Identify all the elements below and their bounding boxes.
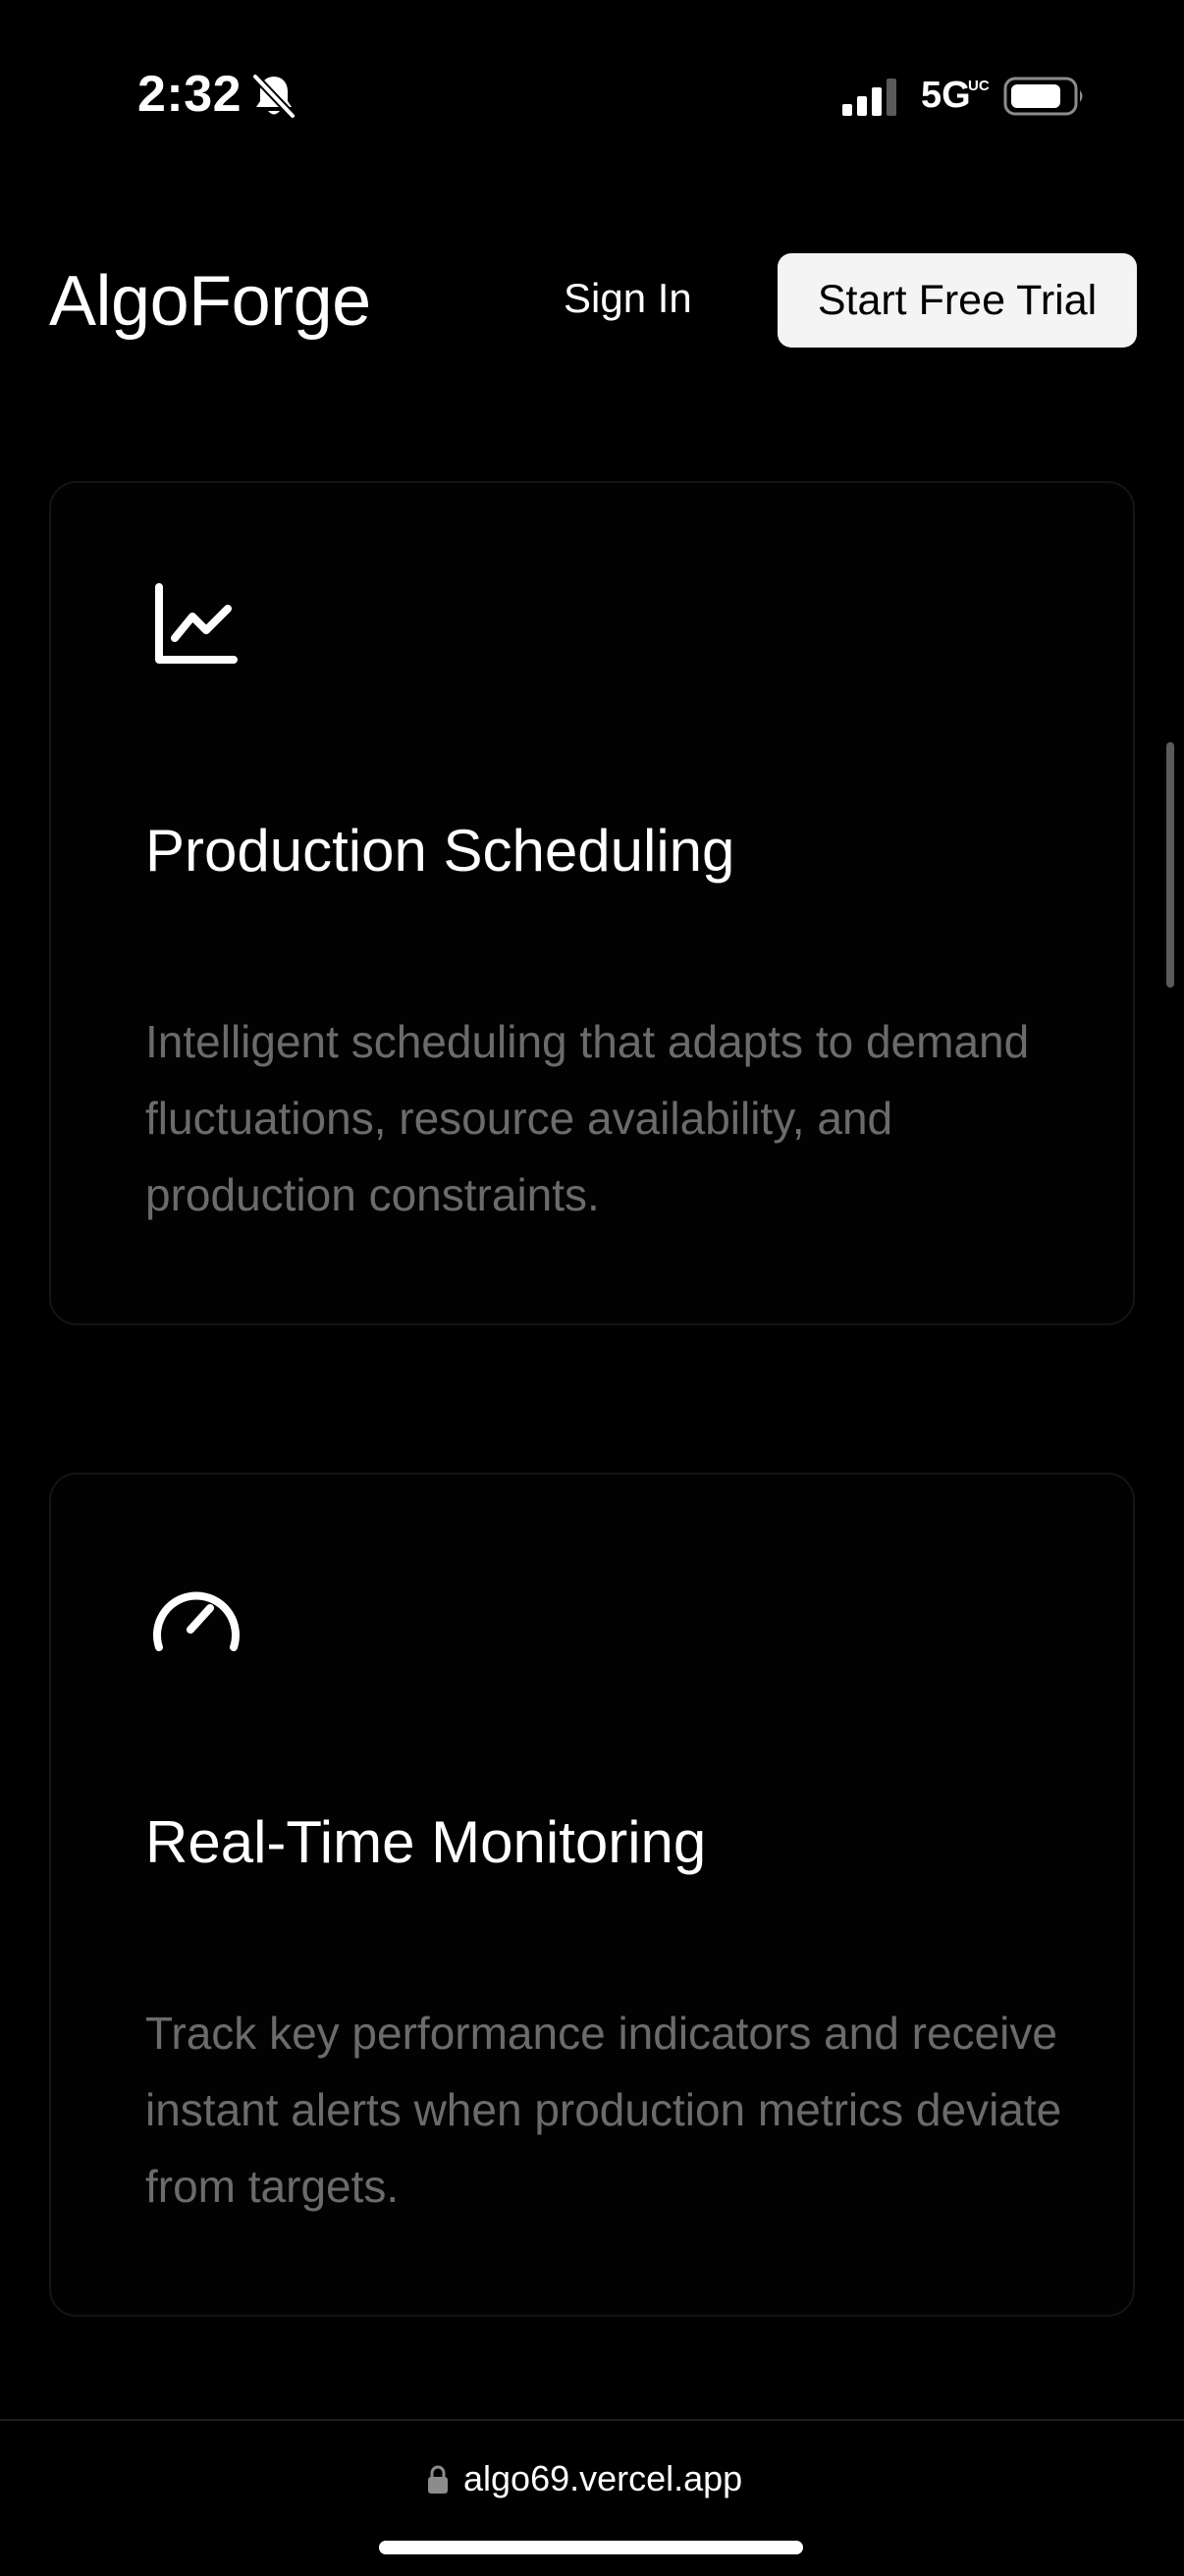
start-free-trial-button[interactable]: Start Free Trial: [778, 253, 1137, 348]
feature-description: Intelligent scheduling that adapts to de…: [145, 1016, 1030, 1220]
feature-title: Real-Time Monitoring: [145, 1809, 707, 1875]
url-text[interactable]: algo69.vercel.app: [463, 2458, 742, 2499]
browser-url-bar[interactable]: algo69.vercel.app: [0, 2419, 1184, 2576]
network-label: 5G: [921, 75, 971, 116]
status-bar: 2:32 5G UC: [0, 0, 1184, 196]
line-chart-icon: [155, 583, 238, 664]
feature-card-production-scheduling: Production Scheduling Intelligent schedu…: [49, 481, 1135, 1325]
network-sup: UC: [968, 78, 990, 94]
lock-icon: [428, 2465, 448, 2494]
bell-slash-icon: [252, 74, 296, 119]
home-indicator[interactable]: [379, 2541, 803, 2554]
status-time: 2:32: [137, 66, 242, 123]
sign-in-link[interactable]: Sign In: [564, 275, 692, 322]
battery-icon: [1003, 77, 1083, 116]
top-navigation: AlgoForge Sign In Start Free Trial: [0, 196, 1184, 402]
signal-icon: [842, 79, 896, 116]
feature-description: Track key performance indicators and rec…: [145, 2008, 1062, 2212]
gauge-icon: [153, 1591, 240, 1651]
feature-title: Production Scheduling: [145, 818, 735, 884]
scrollbar[interactable]: [1166, 742, 1174, 988]
feature-card-real-time-monitoring: Real-Time Monitoring Track key performan…: [49, 1473, 1135, 2317]
brand-logo[interactable]: AlgoForge: [49, 261, 371, 342]
